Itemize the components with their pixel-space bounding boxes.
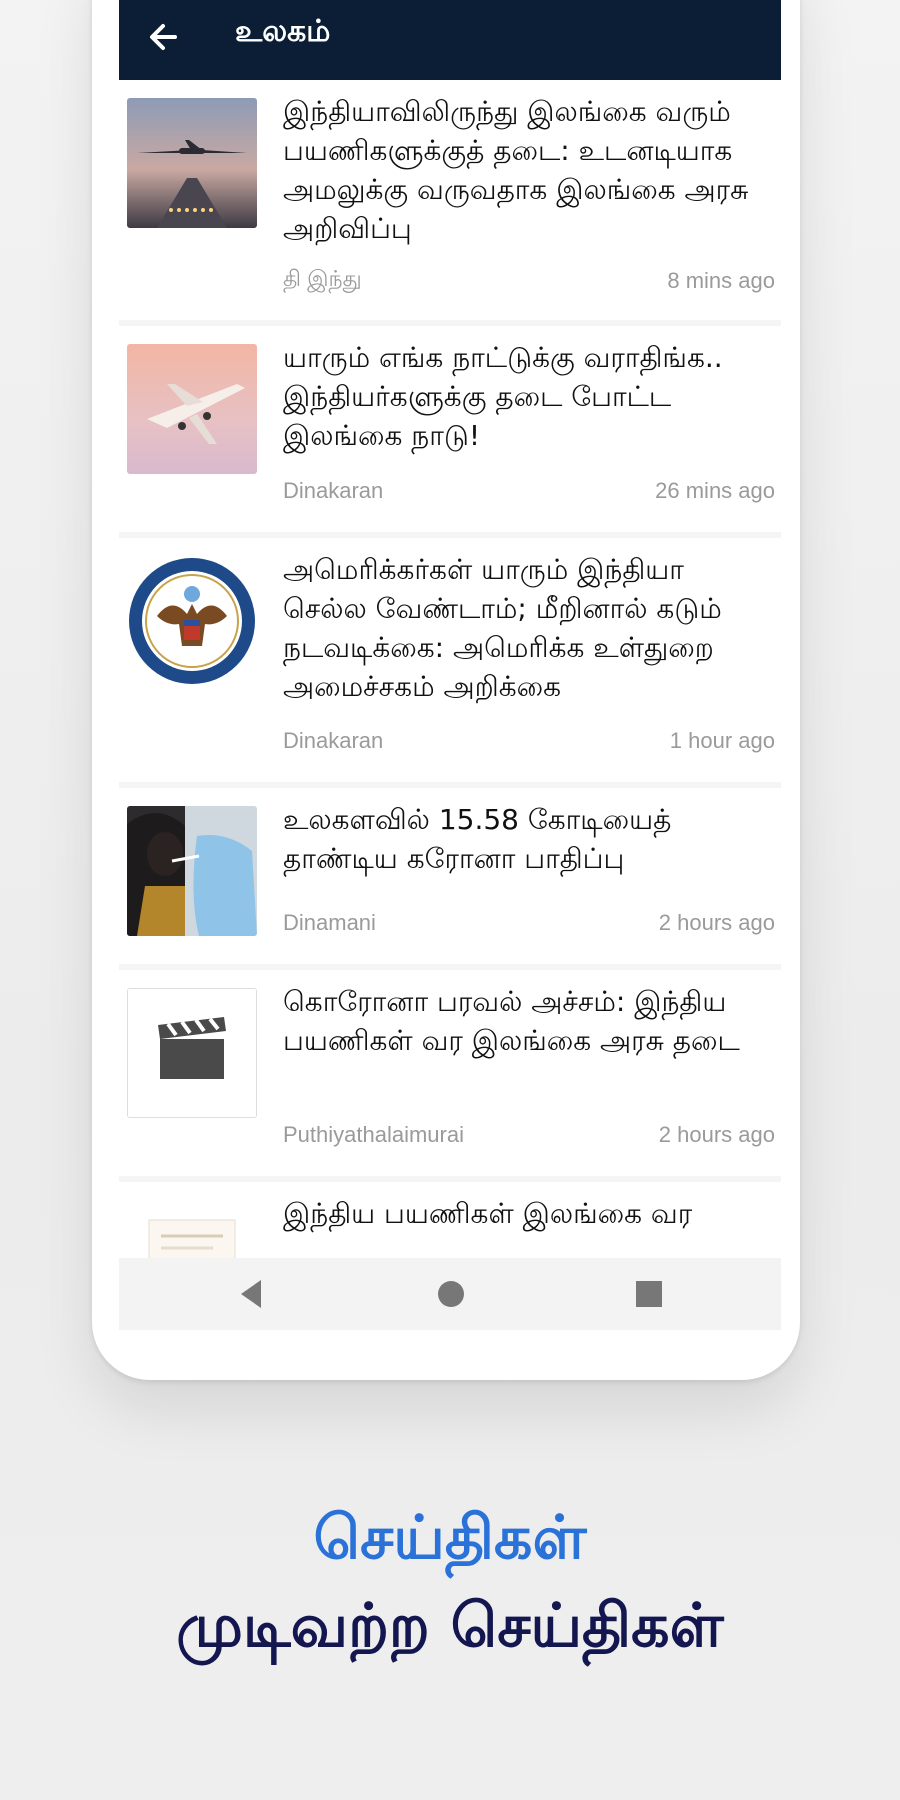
news-source: தி இந்து [283, 266, 362, 291]
airplane-sunset-icon [127, 344, 257, 474]
news-time: 1 hour ago [669, 728, 775, 753]
news-headline: இந்திய பயணிகள் இலங்கை வர [283, 1197, 693, 1230]
page-title: உலகம் [235, 14, 331, 49]
phone-screen: உலகம் இந்தியாவிலிருந்து இலங்கை வரும் பயண… [119, 0, 781, 1330]
covid-swab-test-icon [127, 806, 257, 936]
news-source: Dinakaran [283, 478, 384, 503]
news-card[interactable]: இந்தியாவிலிருந்து இலங்கை வரும் பயணிகளுக்… [119, 80, 781, 320]
news-source: Puthiyathalaimurai [283, 1122, 464, 1147]
news-time: 2 hours ago [658, 910, 775, 935]
us-state-department-seal-icon [127, 556, 257, 686]
nav-back-icon[interactable] [231, 1272, 275, 1316]
news-card[interactable]: யாரும் எங்க நாட்டுக்கு வராதிங்க.. இந்திய… [119, 326, 781, 532]
airplane-landing-icon [127, 98, 257, 228]
news-time: 2 hours ago [658, 1122, 775, 1147]
news-feed[interactable]: இந்தியாவிலிருந்து இலங்கை வரும் பயணிகளுக்… [119, 80, 781, 1258]
nav-recents-icon[interactable] [627, 1272, 671, 1316]
tagline-secondary: முடிவற்ற செய்திகள் [176, 1591, 724, 1661]
news-source: Dinakaran [283, 728, 384, 753]
clapperboard-icon [127, 988, 257, 1118]
news-card[interactable]: உலகளவில் 15.58 கோடியைத் தாண்டிய கரோனா பா… [119, 788, 781, 964]
news-time: 26 mins ago [655, 478, 775, 503]
news-time: 8 mins ago [667, 268, 775, 293]
news-headline: கொரோனா பரவல் அச்சம்: இந்திய பயணிகள் வர இ… [283, 985, 740, 1057]
arrow-left-icon[interactable] [139, 12, 189, 62]
news-card[interactable]: இந்திய பயணிகள் இலங்கை வர [119, 1182, 781, 1258]
tagline-primary: செய்திகள் [313, 1503, 587, 1573]
news-card[interactable]: அமெரிக்கர்கள் யாரும் இந்தியா செல்ல வேண்ட… [119, 538, 781, 782]
news-headline: அமெரிக்கர்கள் யாரும் இந்தியா செல்ல வேண்ட… [283, 553, 722, 703]
news-headline: யாரும் எங்க நாட்டுக்கு வராதிங்க.. இந்திய… [283, 341, 723, 452]
news-headline: இந்தியாவிலிருந்து இலங்கை வரும் பயணிகளுக்… [283, 95, 749, 245]
news-source: Dinamani [283, 910, 376, 935]
news-card[interactable]: கொரோனா பரவல் அச்சம்: இந்திய பயணிகள் வர இ… [119, 970, 781, 1176]
nav-home-icon[interactable] [429, 1272, 473, 1316]
document-icon [127, 1200, 257, 1258]
app-bar: உலகம் [119, 0, 781, 80]
news-headline: உலகளவில் 15.58 கோடியைத் தாண்டிய கரோனா பா… [283, 803, 672, 875]
system-nav-bar [119, 1258, 781, 1330]
